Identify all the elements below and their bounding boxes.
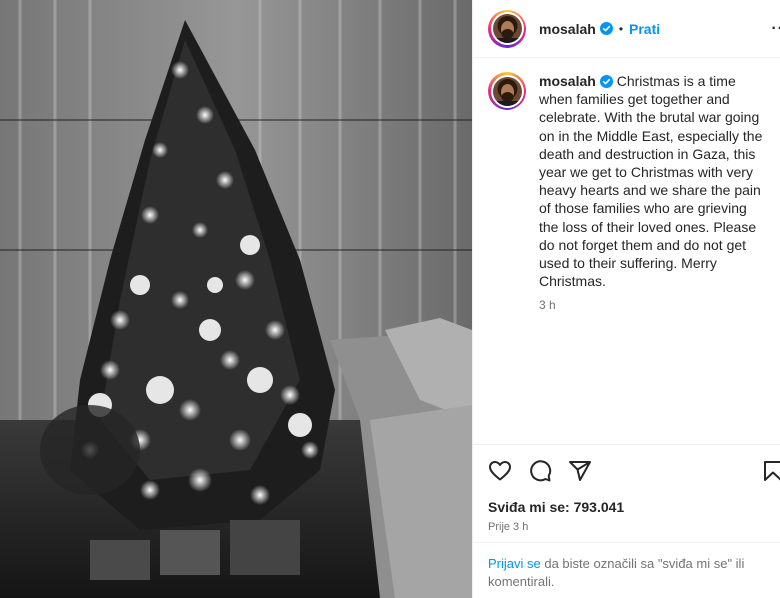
- share-icon[interactable]: [568, 459, 592, 483]
- bookmark-icon[interactable]: [761, 459, 780, 483]
- heart-icon[interactable]: [488, 459, 512, 483]
- caption-username[interactable]: mosalah: [539, 73, 596, 89]
- avatar-image: [492, 76, 522, 106]
- login-link[interactable]: Prijavi se: [488, 556, 541, 571]
- caption-text: mosalah Christmas is a time when familie…: [539, 72, 765, 290]
- christmas-tree-image: [0, 0, 472, 598]
- post-photo[interactable]: [0, 0, 472, 598]
- caption-section: mosalah Christmas is a time when familie…: [473, 58, 780, 442]
- post-header: mosalah • Prati ··: [473, 0, 780, 58]
- post-age[interactable]: Prije 3 h: [488, 521, 766, 533]
- separator-dot: •: [618, 21, 624, 36]
- caption-avatar[interactable]: [488, 72, 526, 110]
- follow-button[interactable]: Prati: [629, 21, 660, 37]
- login-prompt: Prijavi se da biste označili sa "sviđa m…: [473, 542, 780, 591]
- more-options-icon[interactable]: ··: [771, 20, 780, 38]
- caption-content: Christmas is a time when families get to…: [539, 73, 763, 290]
- post-username[interactable]: mosalah: [539, 21, 596, 37]
- caption-body: mosalah Christmas is a time when familie…: [539, 72, 765, 442]
- post-side-panel: mosalah • Prati ··: [472, 0, 780, 598]
- comment-icon[interactable]: [528, 459, 552, 483]
- avatar-image: [492, 14, 522, 43]
- caption-timestamp[interactable]: 3 h: [539, 298, 765, 312]
- action-bar: Sviđa mi se: 793.041 Prije 3 h: [473, 444, 780, 533]
- likes-count[interactable]: Sviđa mi se: 793.041: [488, 499, 766, 515]
- verified-badge-icon: [599, 75, 613, 88]
- avatar[interactable]: [488, 9, 526, 48]
- verified-badge-icon: [599, 22, 613, 35]
